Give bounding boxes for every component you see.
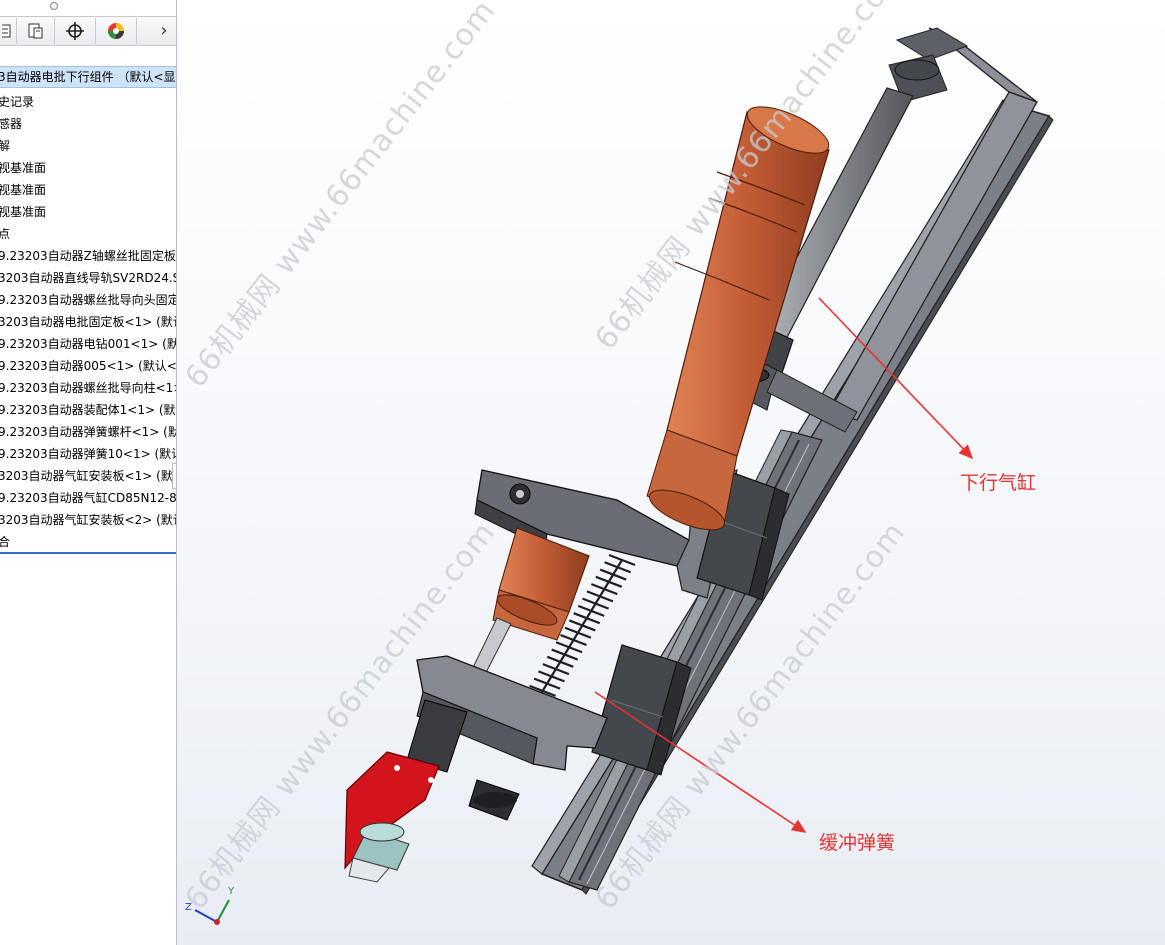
tree-item[interactable]: 视基准面	[0, 179, 176, 201]
tree-item-label: 9.23203自动器装配体1<1> (默认	[0, 403, 176, 417]
tree-item[interactable]: 视基准面	[0, 201, 176, 223]
feature-manager-tab[interactable]	[0, 18, 17, 44]
tree-item-label: 9.23203自动器弹簧螺杆<1> (默	[0, 425, 176, 439]
property-icon	[28, 23, 42, 39]
tree-item-label: 9.23203自动器Z轴螺丝批固定板	[0, 249, 176, 263]
cylinder-callout-label: 下行气缸	[960, 472, 1037, 494]
tree-item[interactable]: 3203自动器气缸安装板<1> (默认	[0, 465, 176, 487]
tree-item-label: 9.23203自动器电钻001<1> (默	[0, 337, 176, 351]
tree-item[interactable]: 3203自动器电批固定板<1> (默认	[0, 311, 176, 333]
tree-item-label: 解	[0, 135, 10, 157]
tree-item-label: 3203自动器直线导轨SV2RD24.S	[0, 271, 176, 285]
tree-item-label: 3203自动器气缸安装板<1> (默认	[0, 469, 176, 483]
tree-item[interactable]: 9.23203自动器电钻001<1> (默	[0, 333, 176, 355]
tree-item-label: 视基准面	[0, 205, 47, 219]
tree-item-label: 3203自动器气缸安装板<2> (默认	[0, 513, 176, 527]
tree-end-marker	[0, 552, 176, 554]
tree-item[interactable]: 解	[0, 135, 176, 157]
tree-item[interactable]: 3203自动器气缸安装板<2> (默认	[0, 509, 176, 531]
tree-item-label: 9.23203自动器005<1> (默认<<	[0, 359, 176, 373]
tree-item-label: 史记录	[0, 95, 35, 109]
tree-item[interactable]: 视基准面	[0, 157, 176, 179]
tree-item-label: 感器	[0, 117, 23, 131]
tree-item[interactable]: 史记录	[0, 91, 176, 113]
panel-tabs: ›	[0, 16, 176, 46]
spring-callout-label: 缓冲弹簧	[819, 832, 896, 854]
tree-item[interactable]: 3203自动器直线导轨SV2RD24.S	[0, 267, 176, 289]
tree-item-label: 点	[0, 223, 10, 245]
tree-item-label: 3203自动器电批固定板<1> (默认	[0, 315, 176, 329]
graphics-area[interactable]: Y Z 66机械网 www.66machine.com 66机械网 www.66…	[177, 0, 1165, 945]
display-manager-tab[interactable]	[96, 18, 137, 44]
tree-item[interactable]: 9.23203自动器装配体1<1> (默认	[0, 399, 176, 421]
tree-item-label: 9.23203自动器气缸CD85N12-8	[0, 491, 176, 505]
tree-item-label: 3自动器电批下行组件 （默认<显示	[0, 70, 176, 84]
feature-manager-panel: › 3自动器电批下行组件 （默认<显示史记录感器解视基准面视基准面视基准面点9.…	[0, 0, 177, 945]
tree-item[interactable]: 9.23203自动器气缸CD85N12-8	[0, 487, 176, 509]
tree-item-label: 视基准面	[0, 161, 47, 175]
feature-tree: 3自动器电批下行组件 （默认<显示史记录感器解视基准面视基准面视基准面点9.23…	[0, 66, 176, 553]
tree-item[interactable]: 9.23203自动器螺丝批导向柱<1>	[0, 377, 176, 399]
tree-item[interactable]: 感器	[0, 113, 176, 135]
crosshair-icon	[66, 22, 84, 40]
tree-item-label: 合	[0, 531, 10, 553]
tree-item-label: 9.23203自动器螺丝批导向头固定	[0, 293, 176, 307]
chevron-right-icon[interactable]: ›	[156, 19, 172, 43]
panel-grip[interactable]	[50, 2, 58, 10]
tree-item[interactable]: 9.23203自动器螺丝批导向头固定	[0, 289, 176, 311]
tree-root-assembly[interactable]: 3自动器电批下行组件 （默认<显示	[0, 66, 176, 88]
configuration-manager-tab[interactable]	[55, 18, 96, 44]
tree-item-label: 9.23203自动器螺丝批导向柱<1>	[0, 381, 176, 395]
tree-item[interactable]: 9.23203自动器弹簧螺杆<1> (默	[0, 421, 176, 443]
tree-item[interactable]: 点	[0, 223, 176, 245]
property-manager-tab[interactable]	[17, 18, 55, 44]
color-wheel-icon	[108, 23, 124, 39]
tree-item[interactable]: 合	[0, 531, 176, 553]
tree-item-label: 9.23203自动器弹簧10<1> (默认	[0, 447, 176, 461]
guide-slider-lower	[591, 644, 692, 776]
feature-tree-icon	[2, 24, 11, 38]
tree-item[interactable]: 9.23203自动器005<1> (默认<<	[0, 355, 176, 377]
screw-guide-head	[344, 699, 468, 883]
tree-item[interactable]: 9.23203自动器Z轴螺丝批固定板	[0, 245, 176, 267]
tree-item[interactable]: 9.23203自动器弹簧10<1> (默认	[0, 443, 176, 465]
tree-item-label: 视基准面	[0, 183, 47, 197]
